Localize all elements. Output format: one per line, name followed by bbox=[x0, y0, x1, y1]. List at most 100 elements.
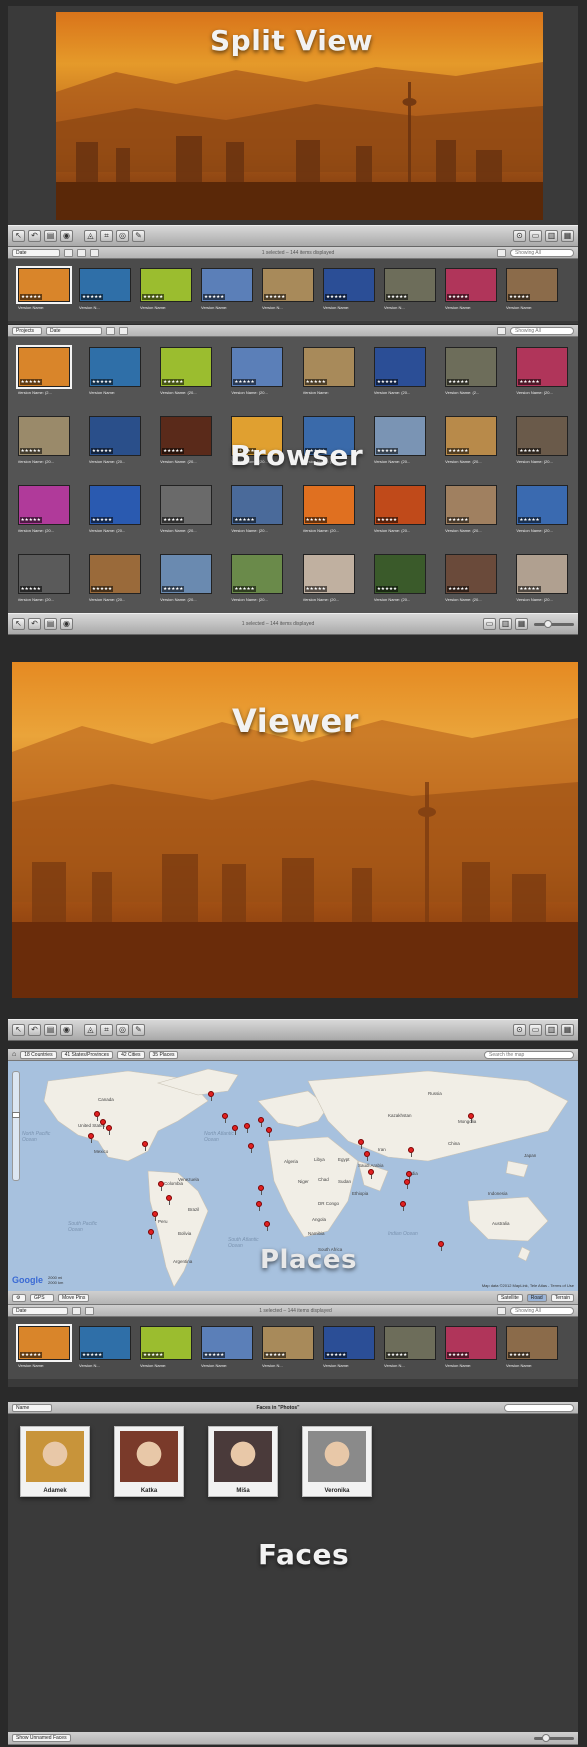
split_view.filmstrip-thumbnail[interactable]: ★★★★★ Version Name: bbox=[197, 264, 258, 316]
search-field[interactable]: Showing All bbox=[510, 248, 574, 257]
places-grid-button[interactable] bbox=[72, 1306, 81, 1315]
places-filter-button[interactable] bbox=[497, 1306, 506, 1315]
terrain-button[interactable]: Terrain bbox=[550, 1293, 574, 1302]
browser-mode-icon[interactable]: ▦ bbox=[561, 230, 574, 242]
viewer-brush-icon[interactable]: ✎ bbox=[132, 1024, 145, 1036]
split_view.filmstrip-thumbnail[interactable]: ★★★★★ Version Name: bbox=[136, 264, 197, 316]
viewer-crop-icon[interactable]: ⌗ bbox=[100, 1024, 113, 1036]
map-action-popup[interactable]: ⚙ bbox=[12, 1293, 26, 1302]
browser-viewer-icon[interactable]: ▭ bbox=[483, 618, 496, 630]
split_view.filmstrip-thumbnail[interactable]: ★★★★★ Version N... bbox=[258, 264, 319, 316]
places-list-button[interactable] bbox=[85, 1306, 94, 1315]
lift-tool-icon[interactable]: ◉ bbox=[60, 230, 73, 242]
split_view.filmstrip-thumbnail[interactable]: ★★★★★ Version Name: bbox=[502, 1322, 563, 1374]
browser-thumbnail[interactable]: ★★★★★ Version Name: (20... bbox=[85, 550, 145, 608]
browser-thumbnail[interactable]: ★★★★★ Version Name: (20... bbox=[299, 550, 359, 608]
face-card[interactable]: Katka bbox=[114, 1426, 184, 1497]
world-map[interactable]: United States Canada Mexico Brazil Peru Boliv… bbox=[8, 1061, 578, 1291]
filter-button[interactable] bbox=[497, 248, 506, 257]
browser-thumbnail[interactable]: ★★★★★ Version Name: (20... bbox=[512, 343, 572, 401]
split_view.filmstrip-thumbnail[interactable]: ★★★★★ Version N... bbox=[75, 264, 136, 316]
map-pin-icon[interactable] bbox=[364, 1151, 371, 1161]
map-pin-icon[interactable] bbox=[152, 1211, 159, 1221]
viewer-rotate-icon[interactable]: ↶ bbox=[28, 1024, 41, 1036]
split_view.filmstrip-thumbnail[interactable]: ★★★★★ Version N... bbox=[258, 1322, 319, 1374]
browser-thumbnail[interactable]: ★★★★★ Version Name: (20... bbox=[370, 481, 430, 539]
faces-search-field[interactable] bbox=[504, 1403, 574, 1412]
browser-thumbnail[interactable]: ★★★★★ Version Name: (20... bbox=[512, 412, 572, 470]
sort-direction-button[interactable] bbox=[64, 248, 73, 257]
split_view.filmstrip-thumbnail[interactable]: ★★★★★ Version N... bbox=[380, 1322, 441, 1374]
satellite-button[interactable]: Satellite bbox=[496, 1293, 523, 1302]
map-pin-icon[interactable] bbox=[244, 1123, 251, 1133]
viewer-straighten-icon[interactable]: ◬ bbox=[84, 1024, 97, 1036]
map-pin-icon[interactable] bbox=[222, 1113, 229, 1123]
map-pin-icon[interactable] bbox=[400, 1201, 407, 1211]
split_view.filmstrip-thumbnail[interactable]: ★★★★★ Version Name: bbox=[319, 264, 380, 316]
browser-thumbnail[interactable]: ★★★★★ Version Name: bbox=[299, 343, 359, 401]
face-card[interactable]: Veronika bbox=[302, 1426, 372, 1497]
show-unnamed-faces-button[interactable]: Show Unnamed Faces bbox=[12, 1734, 71, 1742]
straighten-tool-icon[interactable]: ◬ bbox=[84, 230, 97, 242]
browser-thumbnail[interactable]: ★★★★★ Version Name: (20... bbox=[85, 481, 145, 539]
map-pin-icon[interactable] bbox=[404, 1179, 411, 1189]
map-pin-icon[interactable] bbox=[358, 1139, 365, 1149]
viewer-arrow-icon[interactable]: ↖ bbox=[12, 1024, 25, 1036]
countries-popup[interactable]: 18 Countries bbox=[20, 1050, 57, 1059]
zoom-knob-icon[interactable] bbox=[12, 1112, 20, 1118]
map-pin-icon[interactable] bbox=[88, 1133, 95, 1143]
map-pin-icon[interactable] bbox=[248, 1143, 255, 1153]
browser-thumbnail[interactable]: ★★★★★ Version Name: (20... bbox=[512, 550, 572, 608]
browser-thumbnail[interactable]: ★★★★★ Version Name: (20... bbox=[227, 343, 287, 401]
projects-popup[interactable]: Projects bbox=[12, 326, 42, 335]
browser-thumbnail[interactable]: ★★★★★ Version Name: (20... bbox=[370, 343, 430, 401]
map-search-field[interactable]: Search the map bbox=[484, 1050, 574, 1059]
browser-arrow-icon[interactable]: ↖ bbox=[12, 618, 25, 630]
faces-slider-knob-icon[interactable] bbox=[542, 1733, 550, 1742]
browser-thumbnail[interactable]: ★★★★★ Version Name: (20... bbox=[299, 481, 359, 539]
face-card[interactable]: Miša bbox=[208, 1426, 278, 1497]
grid-view-button[interactable] bbox=[77, 248, 86, 257]
split_view.filmstrip-thumbnail[interactable]: ★★★★★ Version N... bbox=[380, 264, 441, 316]
browser-thumbnail[interactable]: ★★★★★ Version Name: (20... bbox=[441, 550, 501, 608]
map-pin-icon[interactable] bbox=[208, 1091, 215, 1101]
split_view.filmstrip-thumbnail[interactable]: ★★★★★ Version Name: bbox=[136, 1322, 197, 1374]
viewer-loupe-icon[interactable]: ⊙ bbox=[513, 1024, 526, 1036]
states-popup[interactable]: 41 States/Provinces bbox=[60, 1050, 114, 1059]
move-pins-button[interactable]: Move Pins bbox=[58, 1293, 90, 1302]
split_view.filmstrip-thumbnail[interactable]: ★★★★★ Version Name: bbox=[197, 1322, 258, 1374]
viewer-split-icon[interactable]: ▥ bbox=[545, 1024, 558, 1036]
arrow-tool-icon[interactable]: ↖ bbox=[12, 230, 25, 242]
map-pin-icon[interactable] bbox=[142, 1141, 149, 1151]
browser-thumbnail[interactable]: ★★★★★ Version Name: bbox=[85, 343, 145, 401]
map-pin-icon[interactable] bbox=[468, 1113, 475, 1123]
viewer-redeye-icon[interactable]: ◎ bbox=[116, 1024, 129, 1036]
browser-thumbnail[interactable]: ★★★★★ Version Name: (20... bbox=[156, 481, 216, 539]
road-button[interactable]: Road bbox=[526, 1293, 547, 1302]
rotate-tool-icon[interactable]: ↶ bbox=[28, 230, 41, 242]
browser-search-field[interactable]: Showing All bbox=[510, 326, 574, 335]
map-pin-icon[interactable] bbox=[408, 1147, 415, 1157]
browser-thumbnail[interactable]: ★★★★★ Version Name: (20... bbox=[441, 412, 501, 470]
places-sort-popup[interactable]: Date bbox=[12, 1306, 68, 1315]
map-pin-icon[interactable] bbox=[264, 1221, 271, 1231]
faces-size-slider[interactable] bbox=[534, 1733, 574, 1742]
viewer-lift-icon[interactable]: ◉ bbox=[60, 1024, 73, 1036]
home-icon[interactable]: ⌂ bbox=[12, 1051, 16, 1058]
browser-thumbnail[interactable]: ★★★★★ Version Name: (2... bbox=[14, 343, 74, 401]
map-pin-icon[interactable] bbox=[256, 1201, 263, 1211]
browser-thumbnail[interactable]: ★★★★★ Version Name: (2... bbox=[441, 343, 501, 401]
map-pin-icon[interactable] bbox=[148, 1229, 155, 1239]
map-pin-icon[interactable] bbox=[106, 1125, 113, 1135]
browser-thumbnail[interactable]: ★★★★★ Version Name: (20... bbox=[512, 481, 572, 539]
map-pin-icon[interactable] bbox=[166, 1195, 173, 1205]
split_view.filmstrip-thumbnail[interactable]: ★★★★★ Version Name: bbox=[319, 1322, 380, 1374]
map-pin-icon[interactable] bbox=[158, 1181, 165, 1191]
cities-popup[interactable]: 42 Cities bbox=[117, 1050, 145, 1059]
brush-tool-icon[interactable]: ✎ bbox=[132, 230, 145, 242]
viewer-stack-icon[interactable]: ▤ bbox=[44, 1024, 57, 1036]
list-view-button[interactable] bbox=[90, 248, 99, 257]
browser-thumbnail[interactable]: ★★★★★ Version Name: (20... bbox=[14, 550, 74, 608]
browser-browser-icon[interactable]: ▦ bbox=[515, 618, 528, 630]
viewer-viewer-icon[interactable]: ▭ bbox=[529, 1024, 542, 1036]
